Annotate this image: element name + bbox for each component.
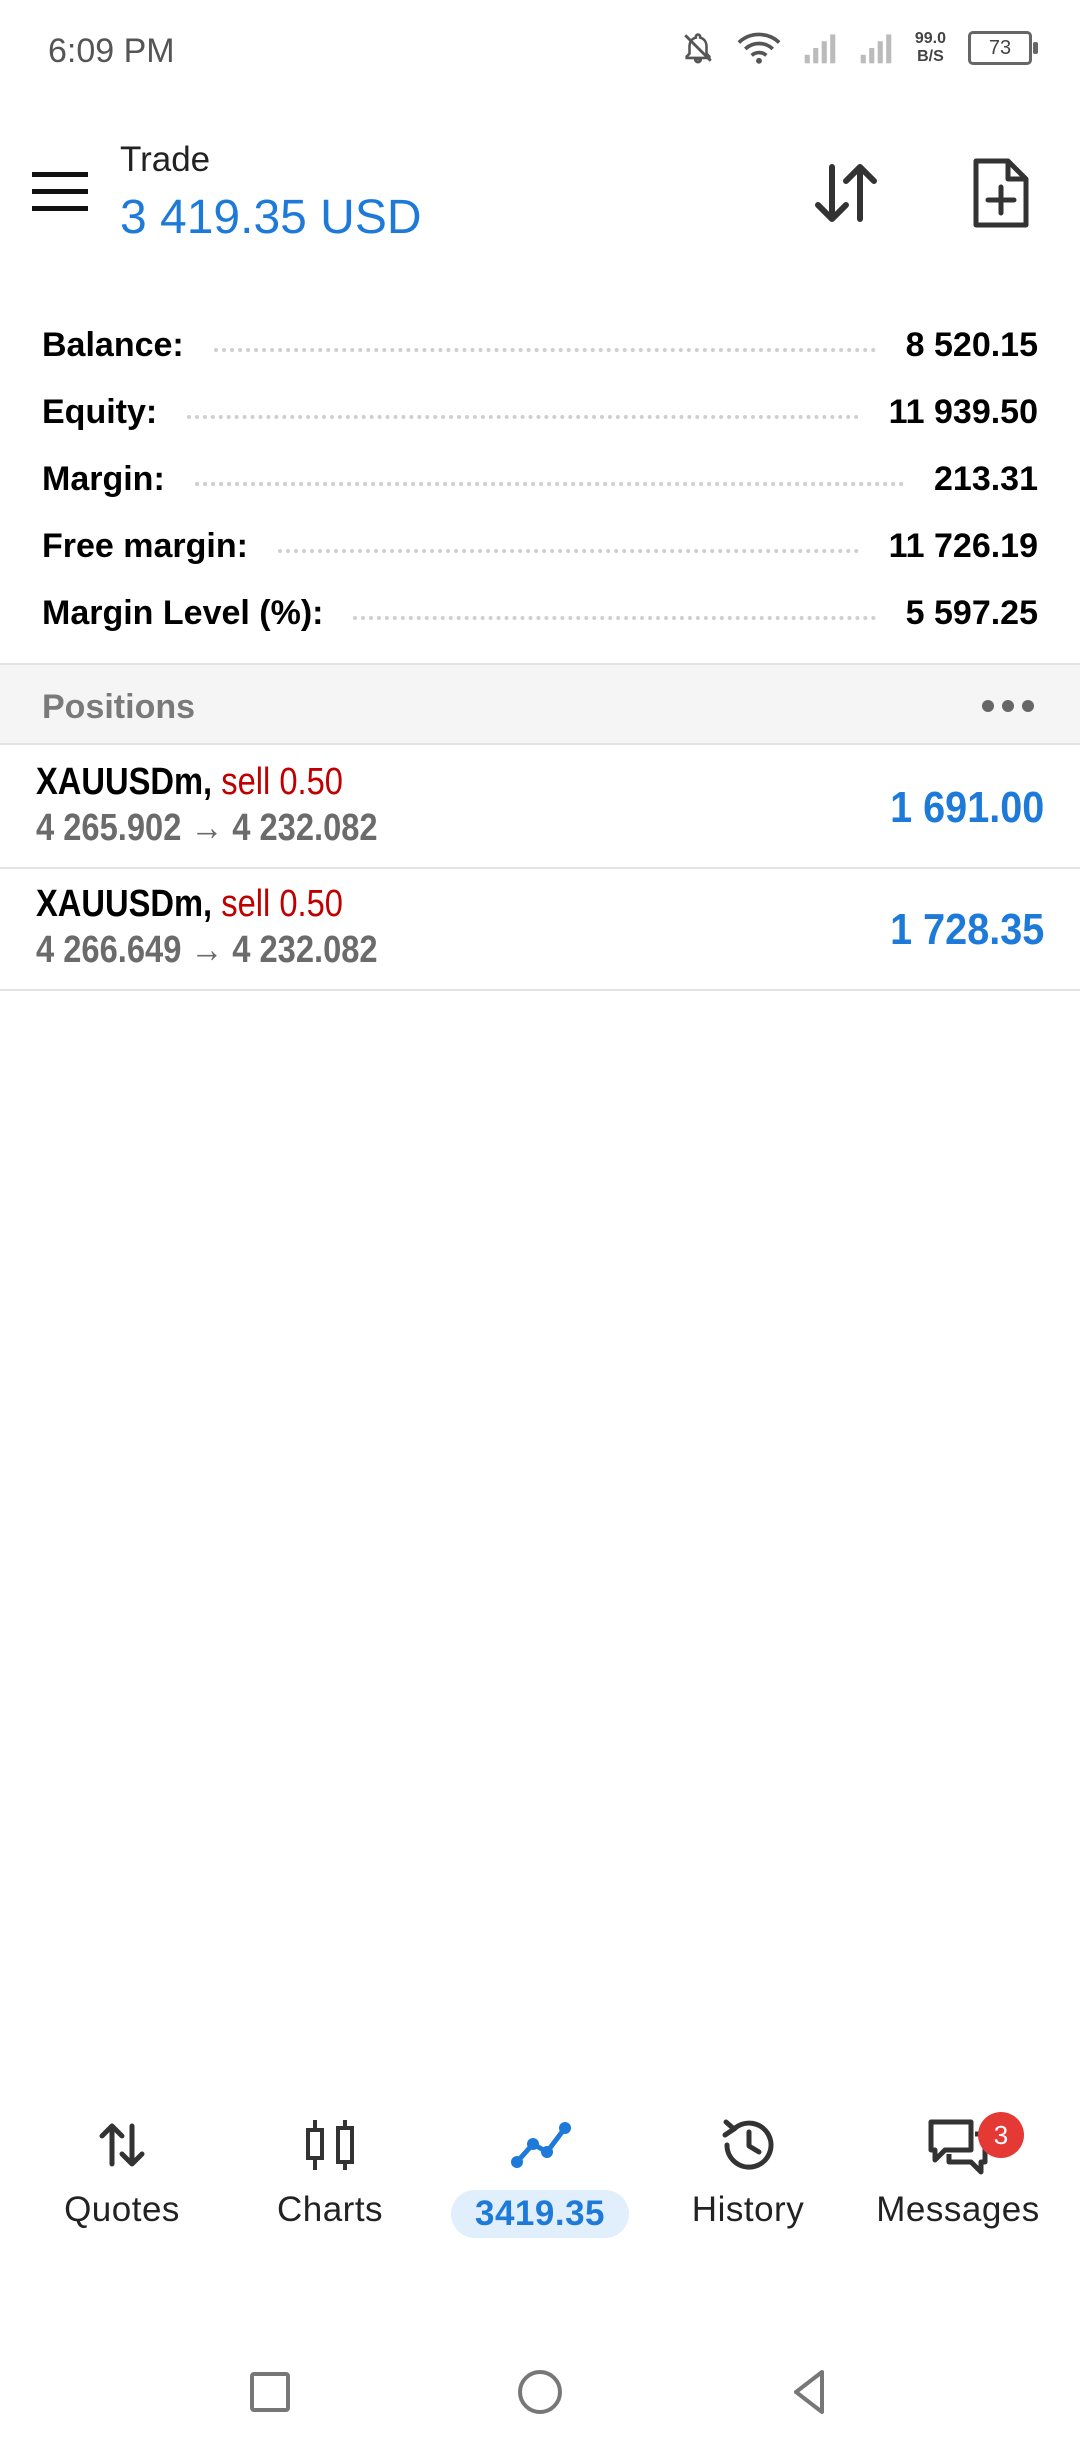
status-time: 6:09 PM [48,32,175,70]
dotted-leader [277,548,859,553]
nav-quotes[interactable]: Quotes [14,2110,230,2230]
account-summary: Balance: 8 520.15 Equity: 11 939.50 Marg… [42,312,1038,647]
nav-label: History [691,2190,805,2229]
back-icon[interactable] [778,2360,842,2424]
status-icons: 99.0 B/S 73 [681,30,1038,66]
new-order-icon[interactable] [962,155,1038,231]
summary-value: 11 726.19 [872,527,1038,566]
position-prices: 4 266.649 → 4 232.082 [36,929,378,971]
bell-off-icon [684,33,712,64]
position-side: sell 0.50 [221,883,343,925]
position-title: XAUUSDm, sell 0.50 [36,883,343,926]
trade-icon [511,2122,571,2168]
position-row[interactable]: XAUUSDm, sell 0.50 4 265.902 → 4 232.082… [0,747,1080,869]
more-options-icon[interactable] [980,696,1036,716]
home-icon[interactable] [508,2360,572,2424]
nav-label: Quotes [64,2190,180,2229]
position-prices: 4 265.902 → 4 232.082 [36,807,378,849]
summary-label: Equity: [42,393,174,432]
nav-trade[interactable]: 3419.35 [432,2110,648,2238]
summary-label: Margin Level (%): [42,594,340,633]
position-row[interactable]: XAUUSDm, sell 0.50 4 266.649 → 4 232.082… [0,869,1080,991]
signal-icon [860,34,892,64]
position-symbol: XAUUSDm, [36,883,213,925]
summary-label: Balance: [42,326,200,365]
nav-label: Messages [876,2190,1040,2229]
menu-icon[interactable] [32,170,88,214]
summary-value: 213.31 [918,460,1038,499]
sort-icon[interactable] [808,155,884,231]
summary-value: 8 520.15 [889,326,1038,365]
nav-history[interactable]: History [640,2110,856,2230]
nav-messages[interactable]: 3 Messages [850,2110,1066,2230]
page-title: Trade [120,140,211,179]
nav-charts[interactable]: Charts [222,2110,438,2230]
notification-badge: 3 [978,2112,1024,2158]
position-symbol: XAUUSDm, [36,761,213,803]
summary-value: 11 939.50 [872,393,1038,432]
equity-row: Equity: 11 939.50 [42,379,1038,446]
dotted-leader [187,414,859,419]
nav-label: 3419.35 [450,2190,630,2238]
signal-icon [804,34,836,64]
margin-level-row: Margin Level (%): 5 597.25 [42,580,1038,647]
dotted-leader [194,481,904,486]
position-profit: 1 728.35 [889,905,1044,954]
charts-icon [306,2120,354,2170]
summary-value: 5 597.25 [889,594,1038,633]
positions-title: Positions [42,688,196,726]
recent-apps-icon[interactable] [238,2360,302,2424]
summary-label: Margin: [42,460,181,499]
wifi-icon [737,32,781,64]
margin-row: Margin: 213.31 [42,446,1038,513]
summary-label: Free margin: [42,527,264,566]
quotes-icon [99,2123,145,2167]
free-margin-row: Free margin: 11 726.19 [42,513,1038,580]
position-side: sell 0.50 [221,761,343,803]
history-icon [722,2119,774,2170]
battery-indicator: 73 [968,31,1038,65]
position-profit: 1 691.00 [889,783,1044,832]
header-balance: 3 419.35 USD [120,191,422,244]
nav-label: Charts [276,2190,384,2229]
balance-row: Balance: 8 520.15 [42,312,1038,379]
network-speed: 99.0 B/S [914,30,946,65]
dotted-leader [353,615,876,620]
position-title: XAUUSDm, sell 0.50 [36,761,343,804]
dotted-leader [213,347,876,352]
